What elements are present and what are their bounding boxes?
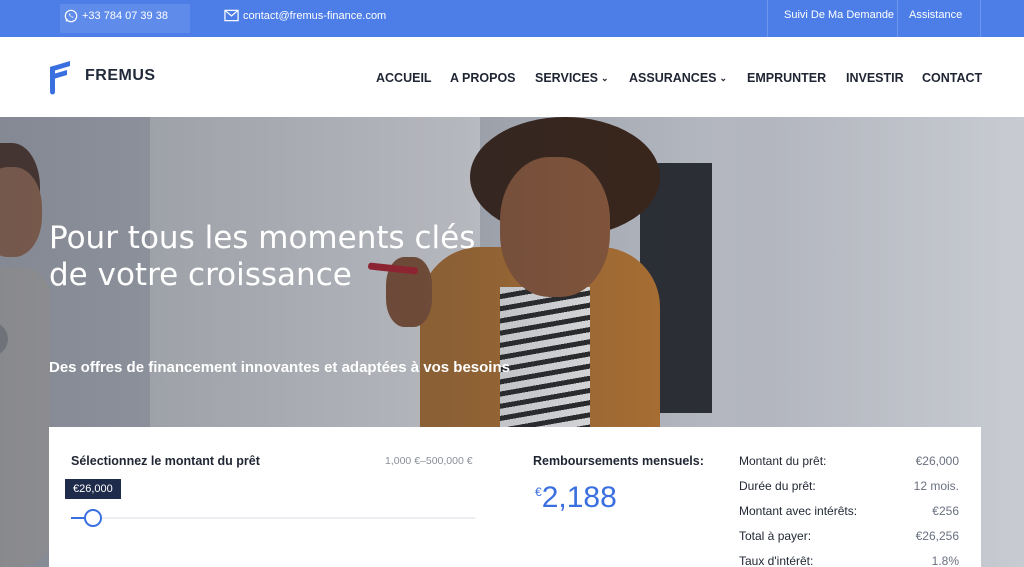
summary-row: Taux d'intérêt: 1.8% [739,554,959,567]
nav-label: EMPRUNTER [747,71,827,85]
divider [980,0,981,37]
summary-label: Durée du prêt: [739,479,816,493]
loan-calculator: Sélectionnez le montant du prêt 1,000 €–… [49,427,981,567]
nav-label: SERVICES [535,71,598,85]
divider [767,0,768,37]
nav-accueil[interactable]: ACCUEIL [376,70,432,86]
email-address: contact@fremus-finance.com [243,9,387,22]
nav-assurances[interactable]: ASSURANCES ⌄ [629,70,727,86]
hero-title: Pour tous les moments clés de votre croi… [49,220,609,294]
loan-summary: Montant du prêt: €26,000 Durée du prêt: 12… [739,454,959,567]
phone-link[interactable]: +33 784 07 39 38 [64,9,168,23]
summary-row: Montant avec intérêts: €256 [739,504,959,529]
monthly-payment: €2,188 [535,481,617,515]
nav-investir[interactable]: INVESTIR [846,70,904,86]
summary-label: Montant du prêt: [739,454,827,468]
email-link[interactable]: contact@fremus-finance.com [224,9,386,22]
hero-subtitle: Des offres de financement innovantes et … [49,359,510,376]
summary-value: 1.8% [931,554,959,567]
amount-range: 1,000 €–500,000 € [385,455,473,467]
summary-value: €26,256 [915,529,959,543]
summary-label: Total à payer: [739,529,812,543]
summary-row: Montant du prêt: €26,000 [739,454,959,479]
whatsapp-icon [64,9,78,23]
hero-title-line: de votre croissance [49,257,352,293]
assistance-link[interactable]: Assistance [909,9,962,21]
monthly-currency: € [535,485,542,499]
chevron-down-icon: ⌄ [601,72,609,83]
summary-label: Montant avec intérêts: [739,504,858,518]
amount-label: Sélectionnez le montant du prêt [71,454,260,468]
hero-title-line: Pour tous les moments clés [49,220,476,256]
summary-value: €256 [932,504,959,518]
brand-name[interactable]: FREMUS [85,67,156,85]
top-bar: +33 784 07 39 38 contact@fremus-finance.… [0,0,1024,37]
phone-number: +33 784 07 39 38 [82,10,168,22]
amount-slider-handle[interactable] [84,509,102,527]
nav-a-propos[interactable]: A PROPOS [450,70,516,86]
logo-icon[interactable] [48,59,72,95]
summary-row: Total à payer: €26,256 [739,529,959,554]
tracking-link[interactable]: Suivi De Ma Demande [784,9,894,21]
monthly-label: Remboursements mensuels: [533,454,704,468]
nav-services[interactable]: SERVICES ⌄ [535,70,609,86]
divider [897,0,898,37]
mail-icon [224,9,239,22]
amount-badge: €26,000 [65,479,121,499]
nav-label: ASSURANCES [629,71,717,85]
summary-label: Taux d'intérêt: [739,554,814,567]
nav-label: A PROPOS [450,71,516,85]
nav-label: ACCUEIL [376,71,432,85]
nav-emprunter[interactable]: EMPRUNTER [747,70,826,86]
amount-slider-track[interactable] [71,517,475,519]
nav-contact[interactable]: CONTACT [922,70,982,86]
summary-value: €26,000 [915,454,959,468]
monthly-value: 2,188 [541,481,617,514]
nav-label: CONTACT [922,71,983,85]
chevron-down-icon: ⌄ [719,72,728,83]
summary-row: Durée du prêt: 12 mois. [739,479,959,504]
nav-label: INVESTIR [846,71,904,85]
summary-value: 12 mois. [913,479,959,493]
